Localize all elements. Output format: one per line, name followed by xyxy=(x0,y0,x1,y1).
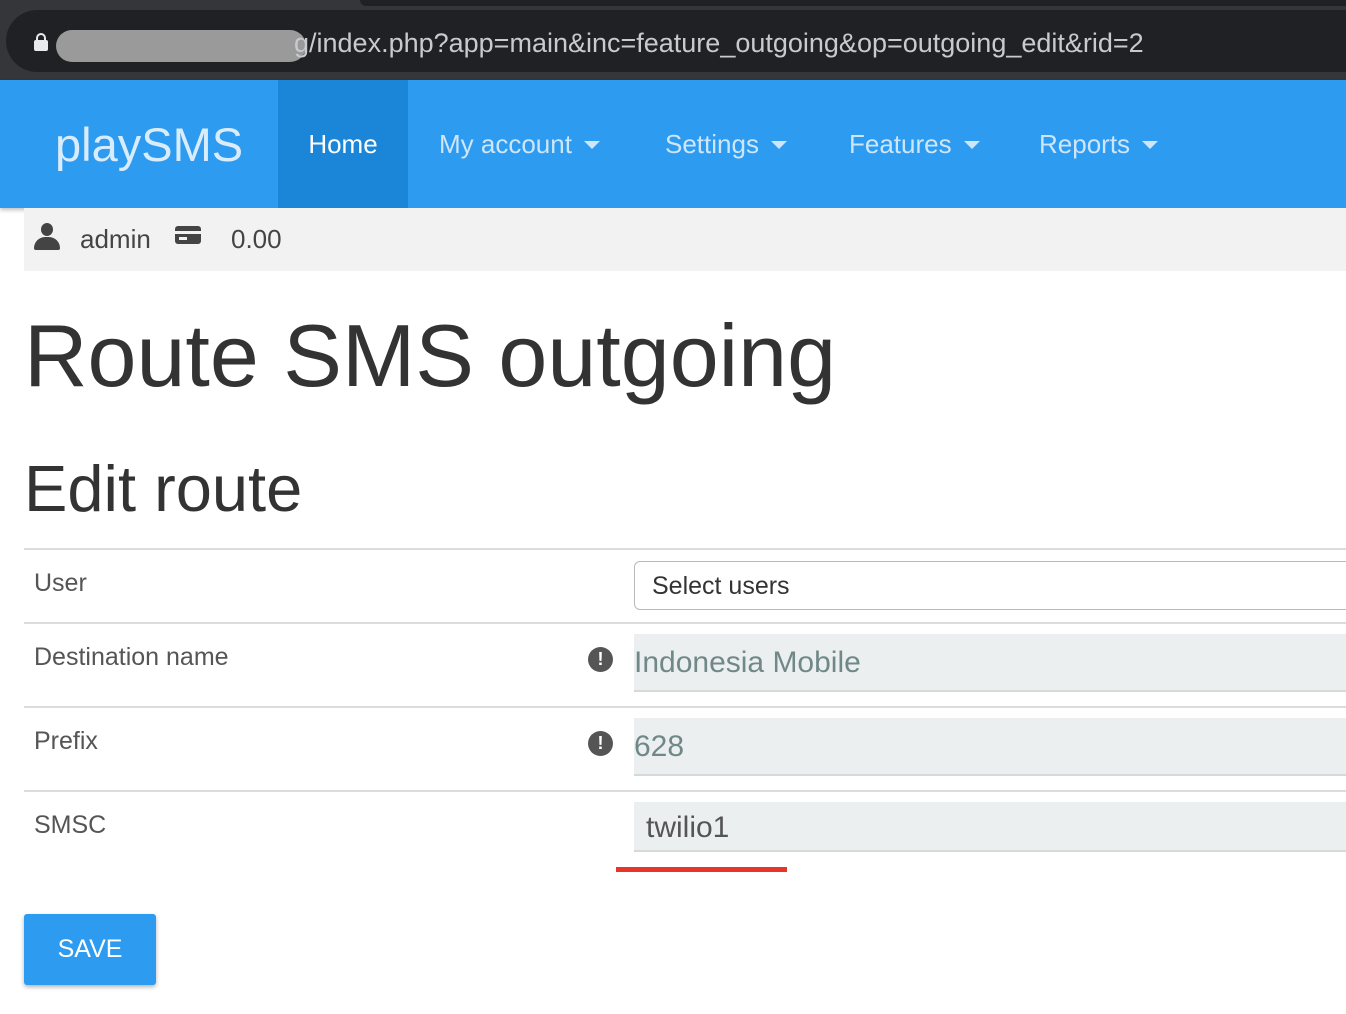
caret-down-icon xyxy=(583,141,600,149)
user-info-bar: admin 0.00 xyxy=(24,208,1346,271)
brand-logo[interactable]: playSMS xyxy=(55,118,243,172)
nav-my-account[interactable]: My account xyxy=(439,80,600,208)
caret-down-icon xyxy=(1142,141,1159,149)
top-navbar: playSMS Home My account Settings Feature… xyxy=(0,80,1346,208)
redacted-domain xyxy=(56,30,306,62)
row-divider xyxy=(24,706,1346,708)
url-text[interactable]: g/index.php?app=main&inc=feature_outgoin… xyxy=(294,25,1144,61)
nav-reports-label: Reports xyxy=(1039,128,1131,159)
username[interactable]: admin xyxy=(80,222,151,256)
section-title: Edit route xyxy=(24,452,303,525)
page-title: Route SMS outgoing xyxy=(24,306,837,405)
destination-name-field[interactable]: Indonesia Mobile xyxy=(634,634,1346,692)
prefix-field[interactable]: 628 xyxy=(634,718,1346,776)
exclamation-circle-icon[interactable]: ! xyxy=(588,647,613,672)
nav-settings[interactable]: Settings xyxy=(665,80,787,208)
user-label: User xyxy=(34,569,87,597)
caret-down-icon xyxy=(770,141,787,149)
row-divider xyxy=(24,790,1346,792)
nav-features[interactable]: Features xyxy=(849,80,980,208)
browser-toolbar: g/index.php?app=main&inc=feature_outgoin… xyxy=(0,0,1346,80)
row-divider xyxy=(24,622,1346,624)
exclamation-circle-icon[interactable]: ! xyxy=(588,731,613,756)
smsc-label: SMSC xyxy=(34,811,107,839)
save-button[interactable]: SAVE xyxy=(24,914,156,985)
prefix-label: Prefix xyxy=(34,727,98,755)
nav-settings-label: Settings xyxy=(665,128,759,159)
select-users-dropdown[interactable]: Select users xyxy=(634,561,1346,610)
user-icon xyxy=(34,223,60,251)
nav-home[interactable]: Home xyxy=(278,80,408,208)
nav-my-account-label: My account xyxy=(439,128,572,159)
smsc-field[interactable]: twilio1 xyxy=(634,802,1346,852)
nav-home-label: Home xyxy=(308,128,378,159)
nav-reports[interactable]: Reports xyxy=(1039,80,1159,208)
red-annotation-underline xyxy=(616,867,787,872)
credit-balance: 0.00 xyxy=(231,224,282,254)
credit-card-icon xyxy=(175,226,201,244)
nav-features-label: Features xyxy=(849,128,952,159)
caret-down-icon xyxy=(963,141,980,149)
row-divider xyxy=(24,548,1346,550)
destination-name-label: Destination name xyxy=(34,643,229,671)
lock-icon[interactable] xyxy=(34,33,48,51)
browser-tab-strip xyxy=(360,0,1346,6)
